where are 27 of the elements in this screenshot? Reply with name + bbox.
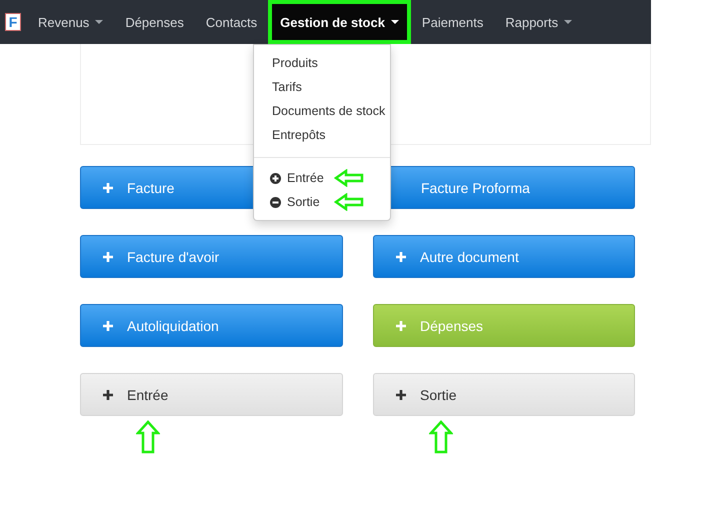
- plus-icon: [103, 390, 113, 400]
- caret-icon: [95, 20, 104, 24]
- plus-icon: [396, 390, 406, 400]
- plus-circle-icon: [270, 172, 281, 184]
- caret-icon: [390, 20, 399, 24]
- nav-tab[interactable]: Contacts: [194, 0, 268, 44]
- plus-icon: [396, 252, 406, 262]
- nav-tab[interactable]: Paiements: [410, 0, 494, 44]
- menu-item[interactable]: Documents de stock: [254, 104, 386, 118]
- minus-circle-icon: [270, 196, 281, 208]
- nav-tab[interactable]: Revenus: [27, 0, 114, 44]
- caret-icon: [564, 20, 572, 24]
- nav-tab[interactable]: Dépenses: [114, 0, 195, 44]
- menu-item[interactable]: Tarifs: [254, 80, 302, 94]
- plus-icon: [396, 320, 406, 330]
- menu-item[interactable]: Entrepôts: [254, 128, 326, 142]
- menu-item[interactable]: Sortie: [287, 195, 320, 209]
- plus-icon: [103, 320, 113, 330]
- button[interactable]: Entrée: [80, 373, 343, 416]
- plus-icon: [103, 252, 113, 262]
- nav-tab[interactable]: Gestion de stock: [268, 0, 411, 44]
- nav-tab[interactable]: Rapports: [494, 0, 584, 44]
- app-logo[interactable]: F: [5, 13, 21, 31]
- plus-icon: [103, 182, 113, 192]
- button[interactable]: Sortie: [373, 373, 635, 416]
- menu-item[interactable]: Entrée: [287, 171, 324, 185]
- menu-item[interactable]: Produits: [254, 56, 318, 70]
